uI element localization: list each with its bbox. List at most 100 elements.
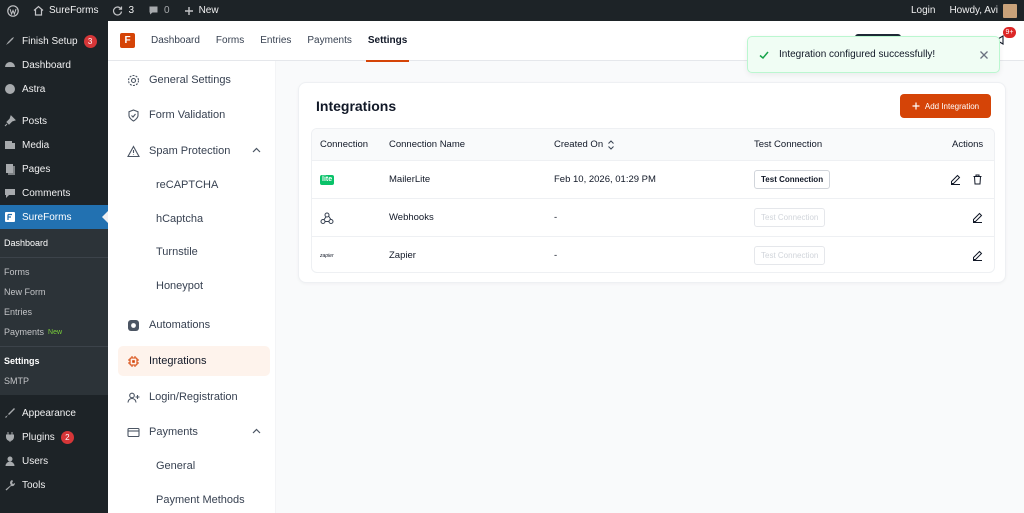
account-menu[interactable]: Howdy, Avi [942, 0, 1024, 21]
submenu-dashboard[interactable]: Dashboard [0, 233, 108, 253]
test-connection-button[interactable]: Test Connection [754, 246, 826, 265]
column-connection-name: Connection Name [389, 139, 466, 150]
chevron-up-icon [252, 147, 261, 153]
notification-badge: 9+ [1003, 27, 1016, 38]
settings-item-integrations[interactable]: Integrations [118, 346, 270, 376]
wordpress-logo-button[interactable] [0, 0, 26, 21]
menu-label: SureForms [22, 211, 72, 223]
menu-tools[interactable]: Tools [0, 473, 108, 497]
plus-icon [184, 6, 193, 15]
submenu-label: Settings [4, 356, 40, 366]
menu-label: Pages [22, 163, 51, 175]
shield-check-icon [127, 108, 140, 122]
menu-users[interactable]: Users [0, 449, 108, 473]
add-integration-label: Add Integration [924, 101, 980, 111]
settings-subitem-recaptcha[interactable]: reCAPTCHA [156, 175, 218, 195]
divider [0, 346, 108, 347]
add-integration-button[interactable]: Add Integration [900, 94, 991, 118]
check-icon [759, 51, 769, 59]
submenu-label: Entries [4, 307, 33, 317]
submenu-smtp[interactable]: SMTP [0, 371, 108, 391]
test-connection-button[interactable]: Test Connection [754, 208, 826, 227]
count-badge: 2 [60, 430, 74, 444]
tab-forms[interactable]: Forms [216, 21, 244, 61]
menu-posts[interactable]: Posts [0, 109, 108, 133]
comment-icon [4, 187, 16, 199]
menu-comments[interactable]: Comments [0, 181, 108, 205]
table-header: Connection Connection Name Created On Te… [312, 129, 994, 160]
page-title: Integrations [316, 98, 397, 114]
menu-pages[interactable]: Pages [0, 157, 108, 181]
edit-icon[interactable] [972, 212, 983, 223]
edit-icon[interactable] [950, 174, 961, 185]
credit-card-icon [127, 426, 140, 439]
chip-icon [127, 355, 140, 368]
edit-icon[interactable] [972, 250, 983, 261]
menu-astra[interactable]: Astra [0, 77, 108, 101]
admin-bar: SureForms 3 0 New Login Howdy, Avi [0, 0, 1024, 21]
close-icon[interactable] [979, 50, 989, 60]
menu-dashboard[interactable]: Dashboard [0, 53, 108, 77]
astra-icon [4, 83, 16, 95]
submenu-entries[interactable]: Entries [0, 302, 108, 322]
settings-item-label: Integrations [149, 355, 207, 367]
gear-icon [127, 74, 140, 87]
settings-item-spam-protection[interactable]: Spam Protection [118, 136, 270, 166]
settings-item-login-registration[interactable]: Login/Registration [118, 382, 270, 412]
mailerlite-logo: lite [320, 174, 335, 185]
menu-finish-setup[interactable]: Finish Setup 3 [0, 29, 108, 53]
menu-sureforms[interactable]: SureForms [0, 205, 108, 229]
wrench-icon [4, 479, 16, 491]
sureforms-logo[interactable]: F [120, 33, 135, 48]
divider [0, 257, 108, 258]
login-link[interactable]: Login [904, 0, 942, 21]
menu-appearance[interactable]: Appearance [0, 401, 108, 425]
wp-admin-sidebar: Finish Setup 3 Dashboard Astra Posts Med… [0, 21, 108, 513]
new-tag: New [48, 328, 63, 336]
submenu-settings[interactable]: Settings [0, 351, 108, 371]
trash-icon[interactable] [972, 174, 983, 185]
settings-item-automations[interactable]: Automations [118, 310, 270, 340]
settings-item-payments[interactable]: Payments [118, 417, 270, 447]
submenu-label: Payments [4, 327, 45, 337]
settings-subitem-honeypot[interactable]: Honeypot [156, 276, 203, 296]
column-label: Created On [554, 139, 604, 150]
connection-logo: zapier [320, 237, 334, 272]
new-content-link[interactable]: New [177, 0, 226, 21]
menu-plugins[interactable]: Plugins 2 [0, 425, 108, 449]
updates-link[interactable]: 3 [105, 0, 141, 21]
tab-payments[interactable]: Payments [307, 21, 351, 61]
home-icon [33, 5, 44, 16]
test-connection-button[interactable]: Test Connection [754, 170, 831, 189]
plug-icon [4, 431, 16, 443]
submenu-payments[interactable]: Payments New [0, 322, 108, 342]
updates-count: 3 [128, 5, 135, 16]
column-created-on[interactable]: Created On [554, 129, 615, 160]
site-name-link[interactable]: SureForms [26, 0, 105, 21]
avatar [1003, 3, 1017, 18]
new-label: New [198, 5, 219, 16]
menu-media[interactable]: Media [0, 133, 108, 157]
dashboard-icon [4, 59, 16, 71]
submenu-forms[interactable]: Forms [0, 262, 108, 282]
settings-subitem-payment-methods[interactable]: Payment Methods [156, 490, 245, 510]
comments-link[interactable]: 0 [141, 0, 177, 21]
success-toast: Integration configured successfully! [747, 36, 1000, 73]
tab-dashboard[interactable]: Dashboard [151, 21, 200, 61]
site-name: SureForms [49, 5, 99, 16]
settings-subitem-hcaptcha[interactable]: hCaptcha [156, 209, 203, 229]
toast-message: Integration configured successfully! [779, 49, 936, 60]
count-badge: 3 [83, 34, 97, 48]
settings-item-general[interactable]: General Settings [118, 65, 270, 95]
comment-icon [149, 6, 158, 15]
settings-item-form-validation[interactable]: Form Validation [118, 100, 270, 130]
brush-icon [4, 407, 16, 419]
table-row: zapier Zapier - Test Connection [312, 236, 994, 272]
menu-label: Appearance [22, 407, 76, 419]
tab-entries[interactable]: Entries [260, 21, 291, 61]
integrations-table: Connection Connection Name Created On Te… [311, 128, 995, 273]
settings-subitem-payments-general[interactable]: General [156, 456, 195, 476]
settings-subitem-turnstile[interactable]: Turnstile [156, 242, 198, 262]
tab-settings[interactable]: Settings [365, 21, 410, 62]
submenu-new-form[interactable]: New Form [0, 282, 108, 302]
